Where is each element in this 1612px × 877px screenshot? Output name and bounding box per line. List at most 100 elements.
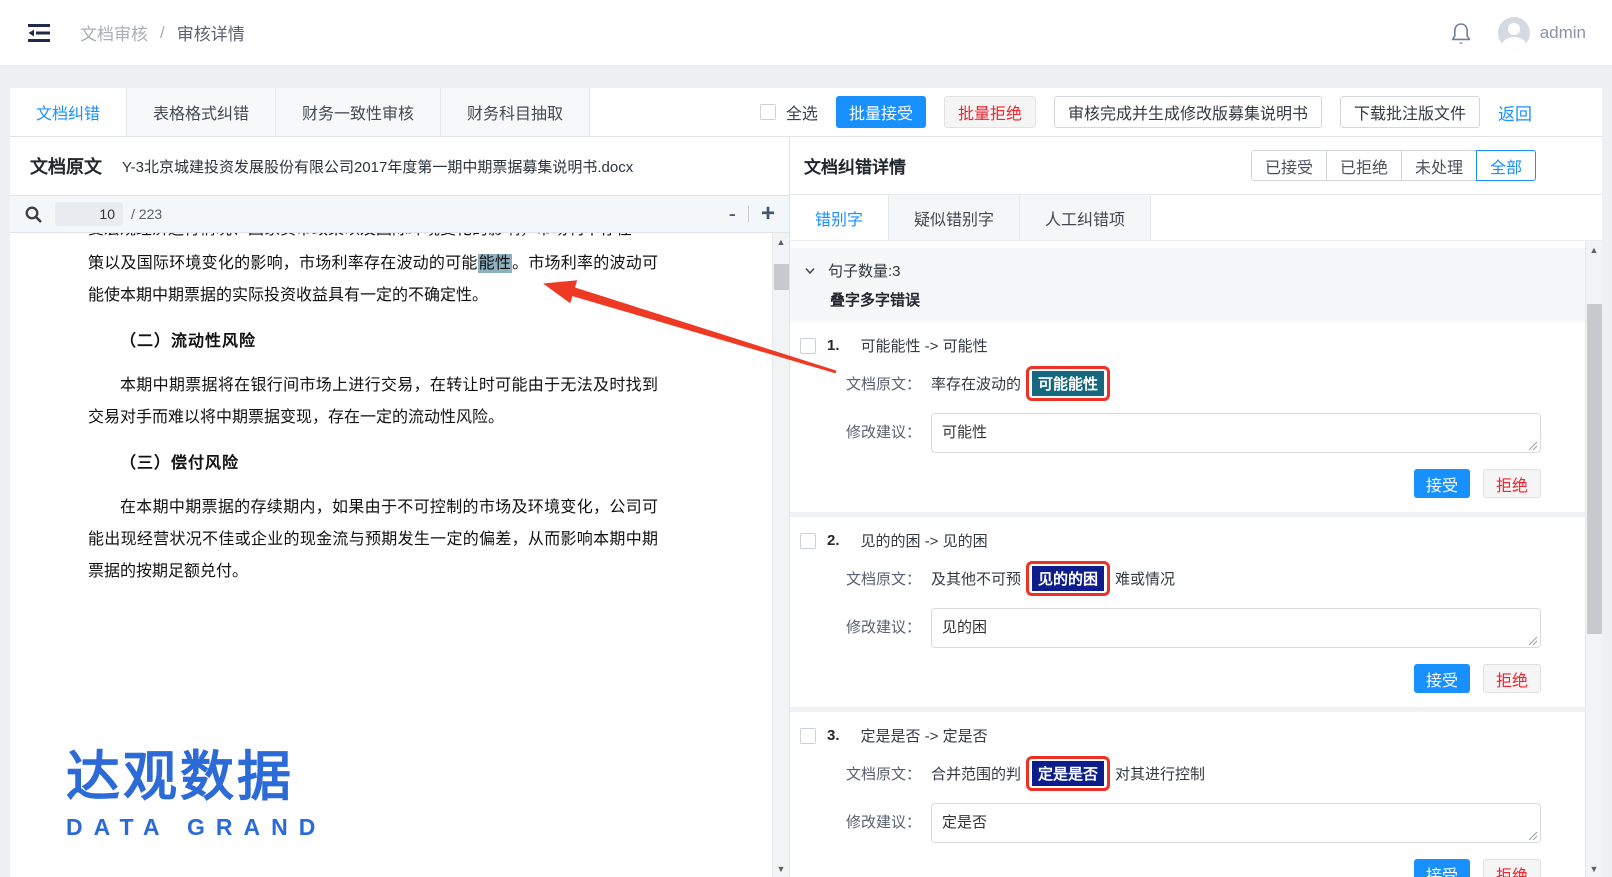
filter-accepted[interactable]: 已接受	[1251, 150, 1327, 181]
item-2-reject-button[interactable]: 拒绝	[1483, 664, 1541, 693]
tab-typos[interactable]: 错别字	[790, 195, 889, 240]
item-3-mapping: 定是是否 -> 定是否	[861, 725, 988, 746]
doc-scroll-down-arrow[interactable]: ▼	[773, 860, 789, 877]
doc-paragraph-2: 本期中期票据将在银行间市场上进行交易，在转让时可能由于无法及时找到交易对手而难以…	[88, 370, 658, 434]
item-1-error-chip-outline: 可能能性	[1026, 366, 1110, 401]
item-2-source-pre: 及其他不可预	[931, 568, 1021, 589]
tab-suspected-typos[interactable]: 疑似错别字	[889, 195, 1020, 240]
error-type-tabs: 错别字 疑似错别字 人工纠错项	[790, 195, 1602, 241]
item-1-mapping: 可能能性 -> 可能性	[861, 335, 988, 356]
search-icon[interactable]	[24, 205, 43, 224]
error-group-header[interactable]: 句子数量:3 叠字多字错误	[790, 248, 1585, 322]
item-3-source-post: 对其进行控制	[1115, 763, 1205, 784]
tab-finance-consistency[interactable]: 财务一致性审核	[276, 88, 441, 136]
zoom-divider	[748, 206, 749, 222]
breadcrumb-separator: /	[160, 23, 165, 43]
logo-cn: 达观数据	[66, 750, 326, 804]
item-3-source-pre: 合并范围的判	[931, 763, 1021, 784]
item-3-error-chip: 定是是否	[1032, 761, 1104, 786]
datagrand-logo: 达观数据 DATA GRAND	[66, 750, 326, 841]
batch-accept-button[interactable]: 批量接受	[836, 96, 926, 128]
item-1-accept-button[interactable]: 接受	[1414, 469, 1470, 498]
filter-pending[interactable]: 未处理	[1401, 150, 1477, 181]
user-menu[interactable]: admin	[1498, 17, 1586, 49]
item-3-number: 3.	[827, 727, 840, 744]
item-2-checkbox[interactable]	[800, 533, 816, 549]
download-annotated-button[interactable]: 下载批注版文件	[1340, 96, 1480, 128]
doc-scroll-up-arrow[interactable]: ▲	[773, 233, 789, 250]
item-2-accept-button[interactable]: 接受	[1414, 664, 1470, 693]
item-1-error-chip: 可能能性	[1032, 371, 1104, 396]
item-2-source-label: 文档原文：	[846, 568, 921, 589]
item-3-checkbox[interactable]	[800, 728, 816, 744]
tab-table-format[interactable]: 表格格式纠错	[127, 88, 276, 136]
list-scroll-up-arrow[interactable]: ▲	[1586, 241, 1602, 258]
list-scroll-thumb[interactable]	[1587, 304, 1602, 634]
top-header: 文档审核 / 审核详情 admin	[0, 0, 1612, 66]
correction-panel-title: 文档纠错详情	[804, 153, 906, 178]
error-item-1: 1. 可能能性 -> 可能性 文档原文： 率存在波动的 可能能性 修改建议：	[790, 322, 1585, 512]
item-3-error-chip-outline: 定是是否	[1026, 756, 1110, 791]
zoom-in-button[interactable]: +	[761, 202, 775, 226]
item-3-suggestion-input[interactable]: 定是否	[931, 803, 1541, 843]
doc-paragraph-1: 策以及国际环境变化的影响，市场利率存在波动的可能能性。市场利率的波动可能使本期中…	[88, 248, 658, 312]
item-2-error-chip-outline: 见的的困	[1026, 561, 1110, 596]
item-3-accept-button[interactable]: 接受	[1414, 859, 1470, 877]
item-2-error-chip: 见的的困	[1032, 566, 1104, 591]
group-count-label: 句子数量:3	[828, 260, 901, 281]
item-3-reject-button[interactable]: 拒绝	[1483, 859, 1541, 877]
tab-manual-corrections[interactable]: 人工纠错项	[1020, 195, 1151, 240]
zoom-out-button[interactable]: -	[729, 203, 736, 225]
back-link[interactable]: 返回	[1498, 100, 1532, 125]
action-row: 文档纠错 表格格式纠错 财务一致性审核 财务科目抽取 全选 批量接受 批量拒绝 …	[10, 88, 1602, 137]
document-toolbar: / 223 - +	[10, 195, 789, 233]
item-3-source-label: 文档原文：	[846, 763, 921, 784]
error-item-3: 3. 定是是否 -> 定是否 文档原文： 合并范围的判 定是是否 对其进行控制 …	[790, 712, 1585, 877]
item-2-source-post: 难或情况	[1115, 568, 1175, 589]
page-number-input[interactable]	[55, 202, 123, 226]
item-1-source-label: 文档原文：	[846, 373, 921, 394]
doc-heading-3: （三）偿付风险	[88, 448, 658, 480]
select-all-checkbox[interactable]	[760, 104, 776, 120]
page-total: / 223	[131, 206, 162, 222]
item-3-suggest-label: 修改建议：	[846, 811, 921, 832]
filter-all[interactable]: 全部	[1476, 150, 1536, 181]
item-1-reject-button[interactable]: 拒绝	[1483, 469, 1541, 498]
doc-error-highlight: 能性	[478, 254, 512, 273]
tab-finance-subject[interactable]: 财务科目抽取	[441, 88, 590, 136]
doc-scroll-thumb[interactable]	[774, 264, 789, 290]
batch-reject-button[interactable]: 批量拒绝	[944, 96, 1036, 128]
item-1-source-pre: 率存在波动的	[931, 373, 1021, 394]
breadcrumb-section[interactable]: 文档审核	[80, 20, 148, 45]
clipped-line: 受宏观经济运行情况、国家货币政策以及国际环境变化的影响，市场利率存在	[88, 233, 658, 248]
item-1-suggestion-input[interactable]: 可能性	[931, 413, 1541, 453]
finish-generate-button[interactable]: 审核完成并生成修改版募集说明书	[1054, 96, 1322, 128]
filter-rejected[interactable]: 已拒绝	[1326, 150, 1402, 181]
list-scroll-down-arrow[interactable]: ▼	[1586, 860, 1602, 877]
avatar	[1498, 17, 1530, 49]
menu-fold-icon[interactable]	[26, 21, 52, 45]
item-2-suggestion-input[interactable]: 见的困	[931, 608, 1541, 648]
document-filename: Y-3北京城建投资发展股份有限公司2017年度第一期中期票据募集说明书.docx	[122, 156, 633, 177]
item-1-number: 1.	[827, 337, 840, 354]
module-tabs: 文档纠错 表格格式纠错 财务一致性审核 财务科目抽取	[10, 88, 590, 136]
item-2-mapping: 见的的困 -> 见的困	[861, 530, 988, 551]
document-panel-title: 文档原文	[30, 153, 102, 179]
item-2-number: 2.	[827, 532, 840, 549]
breadcrumb: 文档审核 / 审核详情	[80, 20, 245, 45]
select-all-label: 全选	[786, 100, 818, 124]
item-1-checkbox[interactable]	[800, 338, 816, 354]
doc-heading-2: （二）流动性风险	[88, 326, 658, 358]
tab-doc-correction[interactable]: 文档纠错	[10, 88, 127, 136]
doc-p1-pre: 策以及国际环境变化的影响，市场利率存在波动的可能	[88, 255, 478, 272]
main-container: 文档纠错 表格格式纠错 财务一致性审核 财务科目抽取 全选 批量接受 批量拒绝 …	[10, 88, 1602, 877]
document-panel: 文档原文 Y-3北京城建投资发展股份有限公司2017年度第一期中期票据募集说明书…	[10, 137, 790, 877]
notification-bell-icon[interactable]	[1450, 21, 1472, 45]
status-filters: 已接受 已拒绝 未处理 全部	[1252, 150, 1536, 181]
document-viewport: 受宏观经济运行情况、国家货币政策以及国际环境变化的影响，市场利率存在 策以及国际…	[10, 233, 789, 877]
app: { "header": { "breadcrumb_section": "文档审…	[0, 0, 1612, 877]
item-1-suggest-label: 修改建议：	[846, 421, 921, 442]
doc-paragraph-3: 在本期中期票据的存续期内，如果由于不可控制的市场及环境变化，公司可能出现经营状况…	[88, 492, 658, 588]
item-2-suggest-label: 修改建议：	[846, 616, 921, 637]
document-scrollbar: ▲ ▼	[772, 233, 789, 877]
